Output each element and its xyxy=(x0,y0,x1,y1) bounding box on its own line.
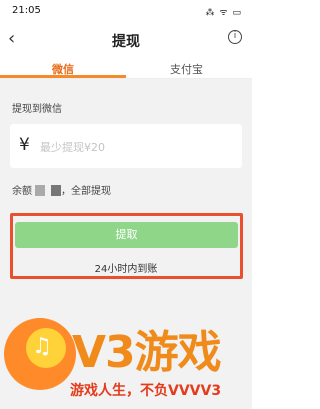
tab-bar: 微信 支付宝 xyxy=(0,55,252,79)
music-note-icon: ♫ xyxy=(32,334,52,359)
amount-field-container: ¥ xyxy=(10,124,242,168)
page-title: 提现 xyxy=(112,34,140,50)
active-tab-indicator xyxy=(0,75,126,78)
withdraw-target-label: 提现到微信 xyxy=(12,104,62,115)
watermark-brand: V3游戏 xyxy=(72,327,222,378)
status-icons: ⁂ ᯤ ▭ xyxy=(205,8,242,18)
masked-balance xyxy=(51,185,61,196)
nav-bar: ‹ 提现 i xyxy=(0,24,252,54)
balance-row: 余额 ，全部提现 xyxy=(12,182,111,197)
info-icon[interactable]: i xyxy=(228,30,242,44)
status-bar: 21:05 ⁂ ᯤ ▭ xyxy=(0,0,252,22)
balance-label: 余额 xyxy=(12,186,32,197)
withdraw-all-link[interactable]: ，全部提现 xyxy=(61,186,111,197)
arrival-time-note: 24小时内到账 xyxy=(94,264,158,275)
masked-balance xyxy=(35,185,45,196)
withdraw-button[interactable]: 提取 xyxy=(15,222,238,248)
status-time: 21:05 xyxy=(12,5,41,16)
amount-input[interactable] xyxy=(40,138,230,156)
currency-symbol: ¥ xyxy=(19,135,30,155)
watermark-slogan: 游戏人生，不负VVVV3 xyxy=(70,383,222,399)
tab-alipay[interactable]: 支付宝 xyxy=(170,61,203,77)
